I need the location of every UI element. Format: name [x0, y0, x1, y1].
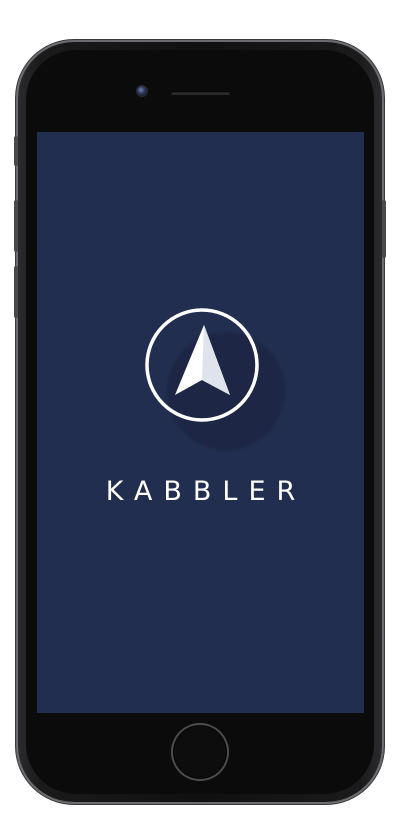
splash-screen: KABBLER [37, 132, 364, 713]
mute-switch [14, 136, 18, 166]
volume-up-button [14, 200, 18, 252]
brand-wordmark: KABBLER [105, 476, 307, 507]
volume-down-button [14, 266, 18, 318]
earpiece-speaker [171, 91, 230, 95]
compass-arrow-icon [144, 307, 260, 423]
power-button [382, 200, 386, 258]
front-camera [137, 86, 147, 96]
home-button[interactable] [173, 725, 227, 779]
